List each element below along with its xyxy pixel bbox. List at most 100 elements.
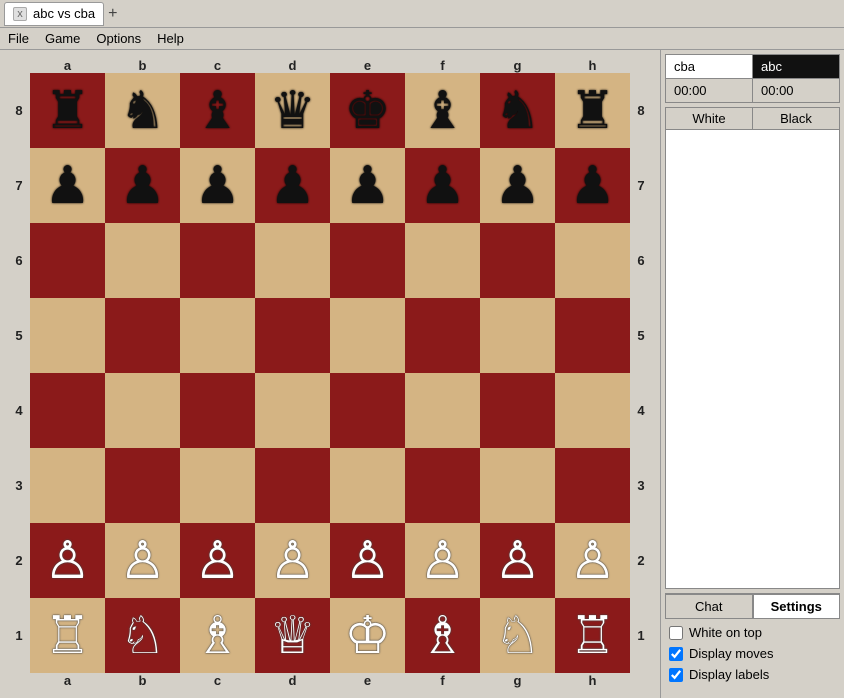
cell-h2[interactable]: ♙ (555, 523, 630, 598)
cell-e7[interactable]: ♟ (330, 148, 405, 223)
cell-e3[interactable] (330, 448, 405, 523)
piece-white-knight-b1: ♘ (119, 610, 166, 662)
cell-f6[interactable] (405, 223, 480, 298)
cell-b7[interactable]: ♟ (105, 148, 180, 223)
cell-c8[interactable]: ♝ (180, 73, 255, 148)
col-labels-top: a b c d e f g h (30, 58, 652, 73)
cell-a6[interactable] (30, 223, 105, 298)
cell-c7[interactable]: ♟ (180, 148, 255, 223)
menu-help[interactable]: Help (153, 30, 188, 47)
cell-h6[interactable] (555, 223, 630, 298)
cell-c3[interactable] (180, 448, 255, 523)
cell-f5[interactable] (405, 298, 480, 373)
col-e-top: e (330, 58, 405, 73)
col-b-top: b (105, 58, 180, 73)
col-c-bottom: c (180, 673, 255, 688)
cell-a3[interactable] (30, 448, 105, 523)
cell-f1[interactable]: ♗ (405, 598, 480, 673)
cell-c5[interactable] (180, 298, 255, 373)
settings-tab[interactable]: Settings (753, 594, 841, 619)
cell-c2[interactable]: ♙ (180, 523, 255, 598)
cell-g5[interactable] (480, 298, 555, 373)
piece-black-bishop-f8: ♝ (419, 85, 466, 137)
cell-d2[interactable]: ♙ (255, 523, 330, 598)
cell-a5[interactable] (30, 298, 105, 373)
chess-board[interactable]: ♜ ♞ ♝ ♛ ♚ ♝ ♞ ♜ ♟ ♟ ♟ ♟ ♟ ♟ ♟ ♟ (30, 73, 630, 673)
cell-e8[interactable]: ♚ (330, 73, 405, 148)
cell-d5[interactable] (255, 298, 330, 373)
tab-close-button[interactable]: x (13, 7, 27, 21)
cell-h7[interactable]: ♟ (555, 148, 630, 223)
cell-b1[interactable]: ♘ (105, 598, 180, 673)
cell-g3[interactable] (480, 448, 555, 523)
menu-file[interactable]: File (4, 30, 33, 47)
cell-g2[interactable]: ♙ (480, 523, 555, 598)
right-panel: cba abc 00:00 00:00 White Black Chat Set… (660, 50, 844, 698)
new-tab-button[interactable]: + (108, 5, 117, 23)
cell-c4[interactable] (180, 373, 255, 448)
chat-tab[interactable]: Chat (665, 594, 753, 619)
row-7-label-right: 7 (630, 148, 652, 223)
col-b-bottom: b (105, 673, 180, 688)
piece-white-rook-a1: ♖ (44, 610, 91, 662)
col-h-bottom: h (555, 673, 630, 688)
row-5-label-right: 5 (630, 298, 652, 373)
cell-b8[interactable]: ♞ (105, 73, 180, 148)
cell-e5[interactable] (330, 298, 405, 373)
cell-d3[interactable] (255, 448, 330, 523)
cell-h4[interactable] (555, 373, 630, 448)
cell-g8[interactable]: ♞ (480, 73, 555, 148)
cell-d8[interactable]: ♛ (255, 73, 330, 148)
cell-h3[interactable] (555, 448, 630, 523)
row-1-label: 1 (8, 598, 30, 673)
white-on-top-row: White on top (669, 625, 836, 640)
cell-d7[interactable]: ♟ (255, 148, 330, 223)
white-moves-header: White (666, 108, 753, 129)
cell-f4[interactable] (405, 373, 480, 448)
cell-f3[interactable] (405, 448, 480, 523)
cell-h8[interactable]: ♜ (555, 73, 630, 148)
cell-e2[interactable]: ♙ (330, 523, 405, 598)
cell-g6[interactable] (480, 223, 555, 298)
cell-e4[interactable] (330, 373, 405, 448)
cell-f7[interactable]: ♟ (405, 148, 480, 223)
cell-f2[interactable]: ♙ (405, 523, 480, 598)
piece-black-pawn-d7: ♟ (269, 160, 316, 212)
cell-a2[interactable]: ♙ (30, 523, 105, 598)
cell-c6[interactable] (180, 223, 255, 298)
cell-b3[interactable] (105, 448, 180, 523)
cell-e6[interactable] (330, 223, 405, 298)
piece-white-knight-g1: ♘ (494, 610, 541, 662)
board-with-labels: 8 7 6 5 4 3 2 1 ♜ ♞ ♝ ♛ ♚ ♝ ♞ ♜ (8, 73, 652, 673)
cell-a7[interactable]: ♟ (30, 148, 105, 223)
cell-d4[interactable] (255, 373, 330, 448)
cell-a1[interactable]: ♖ (30, 598, 105, 673)
cell-g4[interactable] (480, 373, 555, 448)
cell-h5[interactable] (555, 298, 630, 373)
cell-g7[interactable]: ♟ (480, 148, 555, 223)
moves-area[interactable] (665, 129, 840, 589)
cell-a8[interactable]: ♜ (30, 73, 105, 148)
menu-options[interactable]: Options (92, 30, 145, 47)
game-tab[interactable]: x abc vs cba (4, 2, 104, 26)
white-on-top-checkbox[interactable] (669, 626, 683, 640)
cell-e1[interactable]: ♔ (330, 598, 405, 673)
menu-game[interactable]: Game (41, 30, 84, 47)
bottom-tabs: Chat Settings (665, 593, 840, 619)
cell-b5[interactable] (105, 298, 180, 373)
cell-d6[interactable] (255, 223, 330, 298)
cell-g1[interactable]: ♘ (480, 598, 555, 673)
display-labels-checkbox[interactable] (669, 668, 683, 682)
cell-a4[interactable] (30, 373, 105, 448)
display-moves-checkbox[interactable] (669, 647, 683, 661)
cell-b2[interactable]: ♙ (105, 523, 180, 598)
piece-white-rook-h1: ♖ (569, 610, 616, 662)
display-labels-label: Display labels (689, 667, 769, 682)
cell-c1[interactable]: ♗ (180, 598, 255, 673)
cell-h1[interactable]: ♖ (555, 598, 630, 673)
cell-b4[interactable] (105, 373, 180, 448)
cell-f8[interactable]: ♝ (405, 73, 480, 148)
piece-white-pawn-b2: ♙ (119, 535, 166, 587)
cell-d1[interactable]: ♕ (255, 598, 330, 673)
cell-b6[interactable] (105, 223, 180, 298)
